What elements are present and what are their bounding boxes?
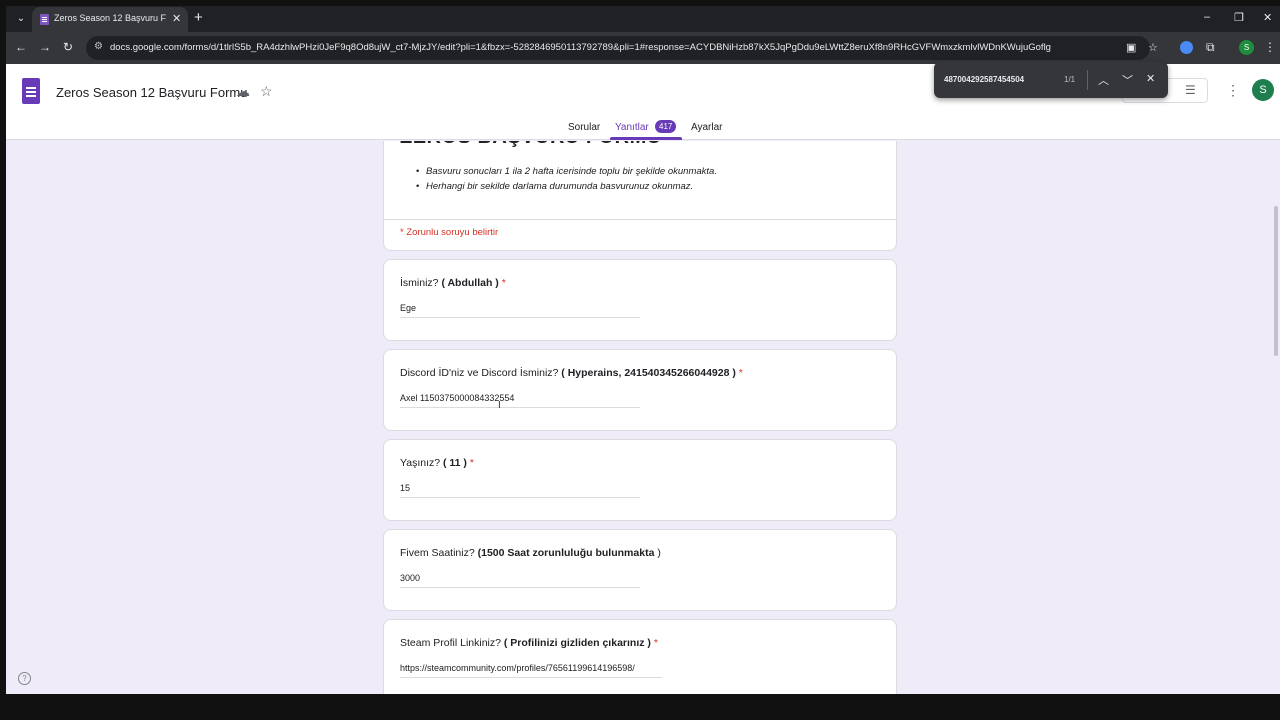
question-suffix: ) bbox=[654, 547, 661, 559]
help-icon[interactable]: ? bbox=[18, 672, 31, 685]
find-input[interactable]: 487004292587454504 bbox=[944, 75, 1024, 84]
question-hint: (1500 Saat zorunluluğu bulunmakta bbox=[477, 547, 655, 559]
find-match-count: 1/1 bbox=[1064, 75, 1076, 84]
intro-divider bbox=[384, 219, 896, 220]
question-title: Fivem Saatiniz? (1500 Saat zorunluluğu b… bbox=[400, 547, 661, 559]
question-title: Yaşınız? ( 11 ) * bbox=[400, 457, 474, 469]
find-bar: 487004292587454504 1/1 ︿ ﹀ ✕ bbox=[934, 62, 1168, 98]
required-star: * bbox=[650, 637, 658, 649]
question-title: Steam Profil Linkiniz? ( Profilinizi giz… bbox=[400, 637, 658, 649]
question-hint: ( Hyperains, 241540345266044928 ) bbox=[561, 367, 736, 379]
find-next-icon[interactable]: ﹀ bbox=[1122, 72, 1133, 88]
tab-search-icon[interactable]: ⌄ bbox=[12, 10, 30, 28]
browser-profile-avatar[interactable]: S bbox=[1239, 40, 1254, 55]
question-card: Yaşınız? ( 11 ) * 15 bbox=[383, 439, 897, 521]
find-previous-icon[interactable]: ︿ bbox=[1098, 72, 1109, 88]
back-icon[interactable]: ← bbox=[15, 40, 27, 54]
site-info-icon[interactable]: ⚙ bbox=[94, 41, 103, 52]
active-tab-indicator bbox=[610, 137, 682, 140]
find-divider bbox=[1087, 70, 1088, 90]
question-title: Discord İD'niz ve Discord İsminiz? ( Hyp… bbox=[400, 367, 743, 379]
address-bar[interactable]: ⚙ docs.google.com/forms/d/1tlrlS5b_RA4dz… bbox=[86, 36, 1158, 60]
star-icon[interactable]: ☆ bbox=[260, 83, 273, 100]
tab-responses[interactable]: Yanıtlar bbox=[615, 122, 649, 133]
question-hint: ( 11 ) bbox=[443, 457, 467, 469]
navigation-bar: ← → ↻ ⚙ docs.google.com/forms/d/1tlrlS5b… bbox=[6, 32, 1280, 64]
answer-field[interactable]: Ege bbox=[400, 303, 640, 318]
tab-close-icon[interactable]: ✕ bbox=[172, 12, 181, 25]
document-title[interactable]: Zeros Season 12 Başvuru Formu bbox=[56, 85, 247, 100]
browser-window: ⌄ Zeros Season 12 Başvuru Formu ✕ + – ❐ … bbox=[6, 6, 1280, 694]
tab-questions[interactable]: Sorular bbox=[568, 122, 600, 133]
answer-field[interactable]: Axel 1150375000084332554 bbox=[400, 393, 640, 408]
question-card: Steam Profil Linkiniz? ( Profilinizi giz… bbox=[383, 619, 897, 694]
question-card: Fivem Saatiniz? (1500 Saat zorunluluğu b… bbox=[383, 529, 897, 611]
browser-menu-icon[interactable]: ⋮ bbox=[1264, 40, 1276, 54]
extension-icon[interactable] bbox=[1180, 41, 1193, 54]
more-options-icon[interactable]: ⋮ bbox=[1226, 82, 1240, 99]
question-text: Steam Profil Linkiniz? bbox=[400, 637, 504, 649]
window-close-icon[interactable]: ✕ bbox=[1263, 11, 1272, 24]
account-avatar[interactable]: S bbox=[1252, 79, 1274, 101]
question-text: İsminiz? bbox=[400, 277, 442, 289]
answer-field[interactable]: https://steamcommunity.com/profiles/7656… bbox=[400, 663, 662, 678]
form-title: ZEROS BAŞVURU FORMU bbox=[400, 141, 662, 149]
text-cursor-icon: I bbox=[498, 400, 501, 411]
intro-bullet-list: Basvuru sonucları 1 ila 2 hafta icerisin… bbox=[416, 164, 717, 194]
answer-field[interactable]: 15 bbox=[400, 483, 640, 498]
question-hint: ( Abdullah ) bbox=[441, 277, 499, 289]
question-card: Discord İD'niz ve Discord İsminiz? ( Hyp… bbox=[383, 349, 897, 431]
question-text: Discord İD'niz ve Discord İsminiz? bbox=[400, 367, 562, 379]
forward-icon[interactable]: → bbox=[39, 40, 51, 54]
question-card: İsminiz? ( Abdullah ) * Ege bbox=[383, 259, 897, 341]
page-action-icon[interactable]: ▣ bbox=[1126, 41, 1136, 54]
cloud-save-icon[interactable]: ☁ bbox=[236, 83, 250, 100]
reload-icon[interactable]: ↻ bbox=[63, 40, 73, 54]
form-content-area: ZEROS BAŞVURU FORMU Basvuru sonucları 1 … bbox=[6, 141, 1280, 694]
minimize-icon[interactable]: – bbox=[1204, 11, 1210, 23]
find-close-icon[interactable]: ✕ bbox=[1146, 72, 1155, 85]
tab-title: Zeros Season 12 Başvuru Formu bbox=[54, 13, 166, 23]
required-star: * bbox=[466, 457, 474, 469]
url-text[interactable]: docs.google.com/forms/d/1tlrlS5b_RA4dzhl… bbox=[110, 42, 1100, 53]
responses-count-badge: 417 bbox=[655, 120, 677, 133]
browser-tab[interactable]: Zeros Season 12 Başvuru Formu ✕ bbox=[32, 7, 188, 32]
required-star: * bbox=[498, 277, 506, 289]
extensions-puzzle-icon[interactable]: ⧉ bbox=[1206, 40, 1215, 55]
question-text: Yaşınız? bbox=[400, 457, 443, 469]
intro-bullet: Basvuru sonucları 1 ila 2 hafta icerisin… bbox=[416, 164, 717, 179]
required-note: * Zorunlu soruyu belirtir bbox=[400, 227, 499, 238]
page-scrollbar[interactable] bbox=[1274, 206, 1278, 356]
forms-logo-icon[interactable] bbox=[22, 78, 40, 104]
answer-field[interactable]: 3000 bbox=[400, 573, 640, 588]
restore-icon[interactable]: ❐ bbox=[1234, 11, 1244, 24]
bookmark-star-icon[interactable]: ☆ bbox=[1148, 41, 1158, 54]
required-star: * bbox=[735, 367, 743, 379]
question-hint: ( Profilinizi gizliden çıkarınız ) bbox=[503, 637, 651, 649]
new-tab-icon[interactable]: + bbox=[194, 9, 203, 26]
intro-bullet: Herhangi bir sekilde darlama durumunda b… bbox=[416, 179, 717, 194]
question-text: Fivem Saatiniz? bbox=[400, 547, 478, 559]
forms-favicon-icon bbox=[40, 14, 49, 25]
tab-strip: ⌄ Zeros Season 12 Başvuru Formu ✕ + – ❐ … bbox=[6, 6, 1280, 32]
customize-theme-icon[interactable]: ☰ bbox=[1185, 83, 1196, 97]
question-title: İsminiz? ( Abdullah ) * bbox=[400, 277, 506, 289]
tab-settings[interactable]: Ayarlar bbox=[691, 122, 723, 133]
